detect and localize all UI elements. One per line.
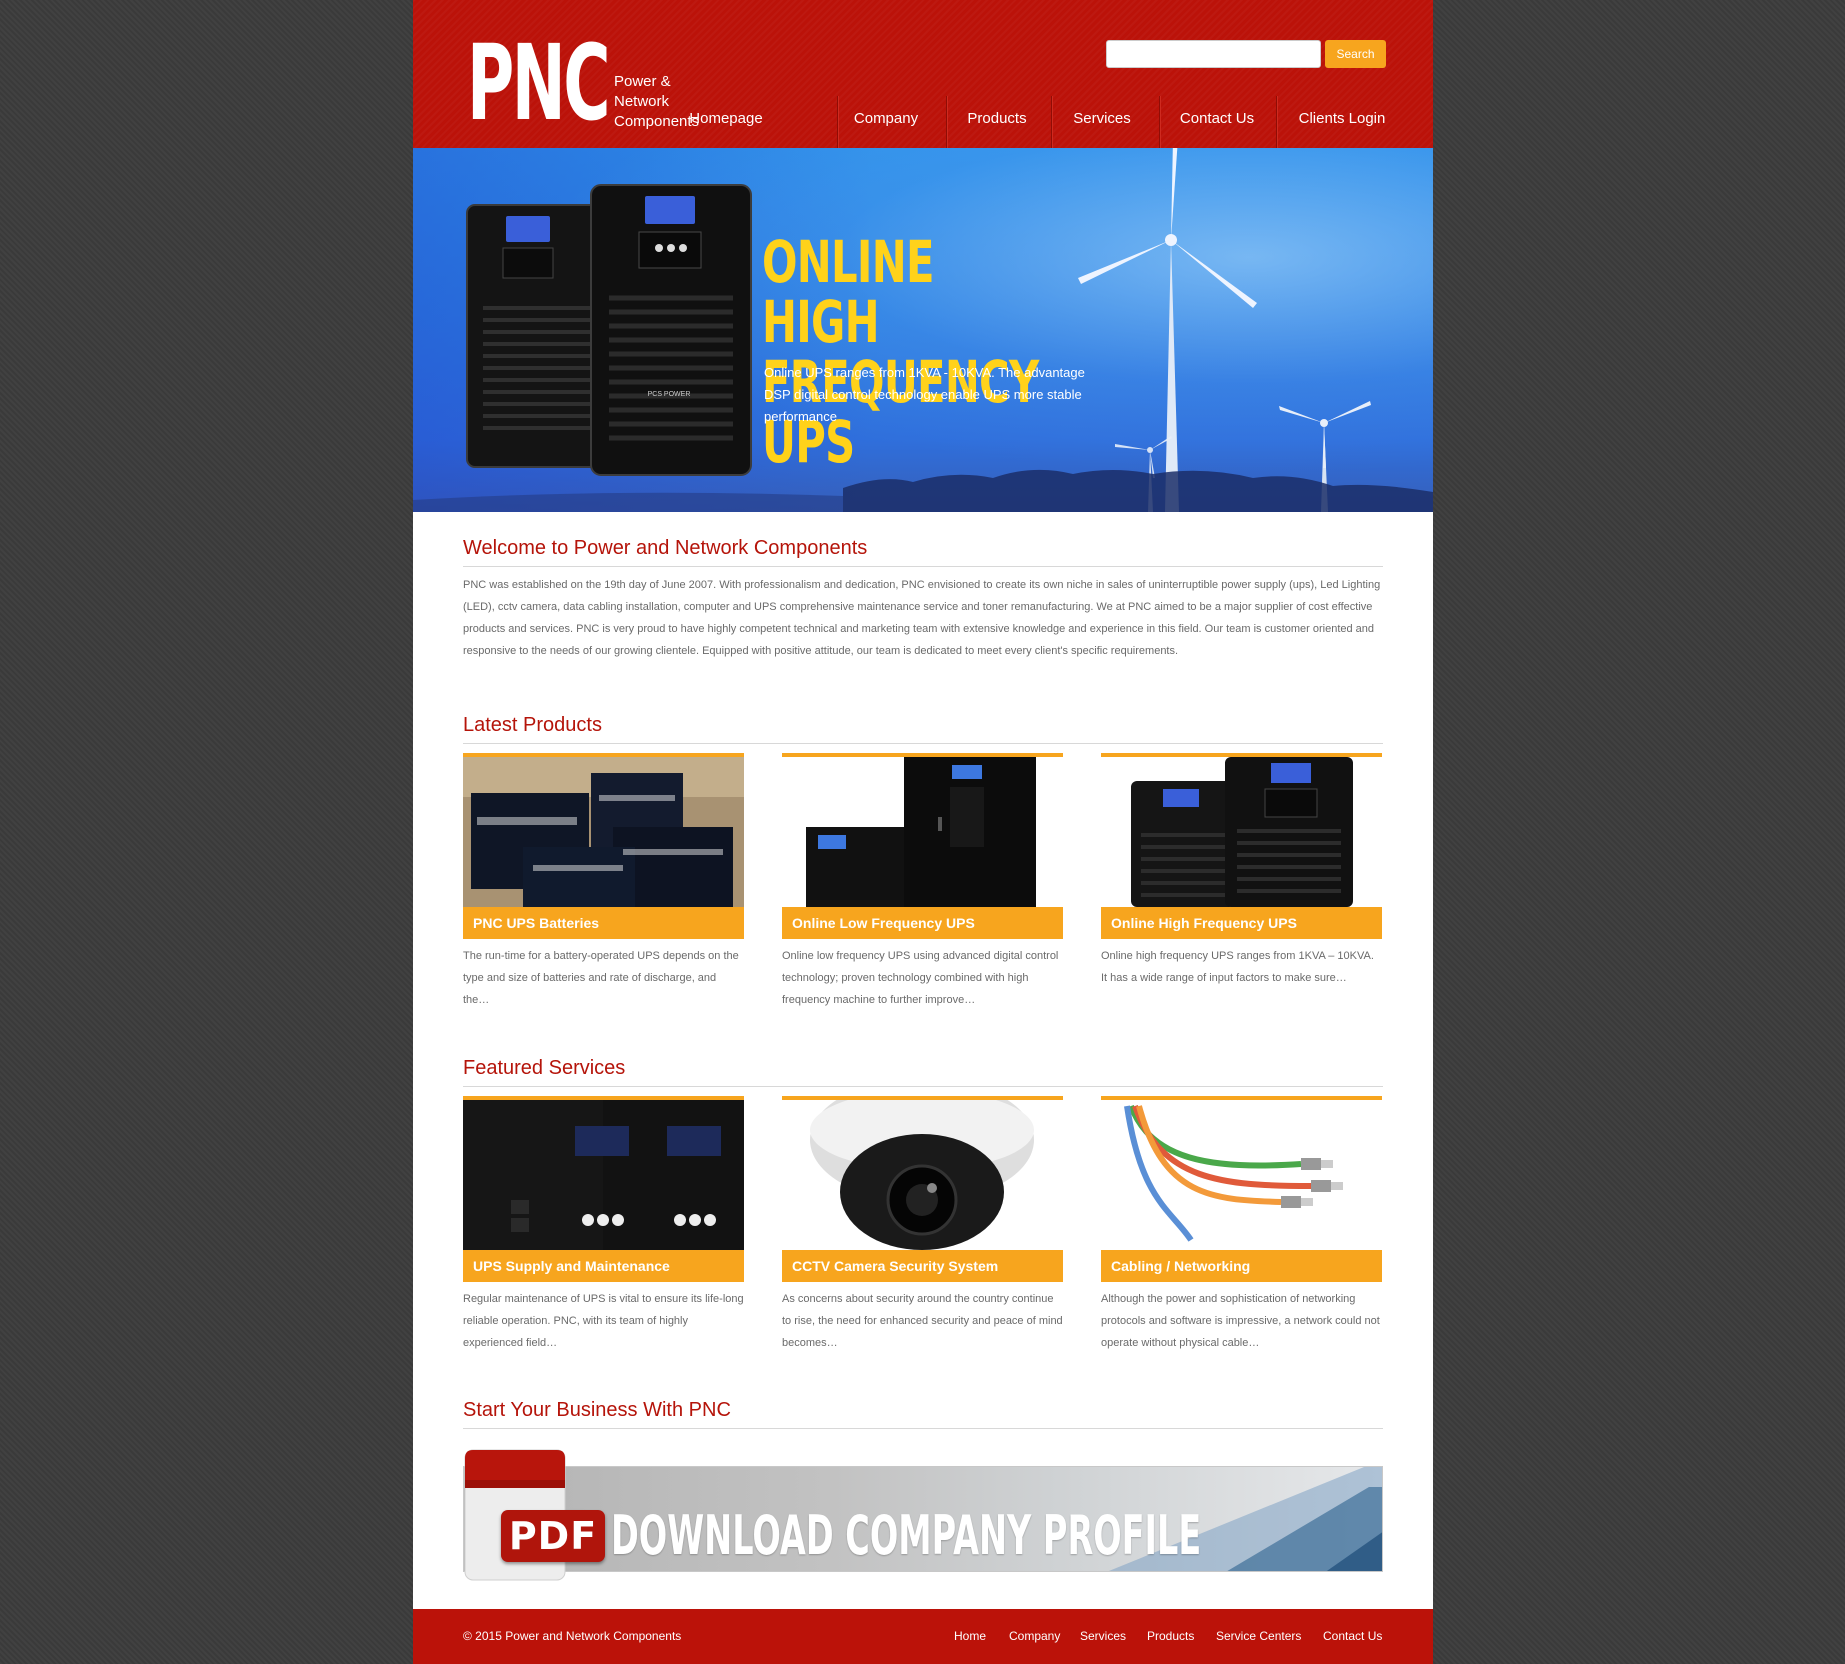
card-description: Although the power and sophistication of… — [1101, 1293, 1380, 1349]
download-cta-text: Download Company Profile — [611, 1504, 1202, 1567]
nav-homepage[interactable]: Homepage — [675, 96, 777, 148]
section-divider — [463, 743, 1383, 744]
products-title: Latest Products — [463, 714, 602, 736]
network-cables-image[interactable] — [1101, 1100, 1382, 1250]
card-caption[interactable]: CCTV Camera Security System — [782, 1250, 1063, 1282]
search-input[interactable] — [1106, 40, 1321, 68]
services-title: Featured Services — [463, 1057, 626, 1079]
section-divider — [463, 1086, 1383, 1087]
download-company-profile-banner[interactable]: PDF Download Company Profile — [463, 1444, 1383, 1584]
page: PNC Power & Network Components Search Ho… — [413, 0, 1433, 1664]
nav-products[interactable]: Products — [947, 96, 1047, 148]
card-caption[interactable]: UPS Supply and Maintenance — [463, 1250, 744, 1282]
card-caption[interactable]: Cabling / Networking — [1101, 1250, 1382, 1282]
card-caption[interactable]: PNC UPS Batteries — [463, 907, 744, 939]
nav-services[interactable]: Services — [1052, 96, 1152, 148]
site-footer: © 2015 Power and Network Components Home… — [413, 1609, 1433, 1664]
card-caption[interactable]: Online Low Frequency UPS — [782, 907, 1063, 939]
nav-contact-us[interactable]: Contact Us — [1160, 96, 1274, 148]
nav-company[interactable]: Company — [838, 96, 934, 148]
section-divider — [463, 566, 1383, 567]
copyright: © 2015 Power and Network Components — [463, 1629, 682, 1643]
site-header: PNC Power & Network Components Search Ho… — [413, 0, 1433, 148]
high-frequency-ups-image[interactable] — [1101, 757, 1382, 907]
section-divider — [463, 1428, 1383, 1429]
wind-turbine-icon — [1078, 148, 1257, 512]
main-nav: Homepage Company Products Services Conta… — [413, 96, 1433, 148]
nav-clients-login[interactable]: Clients Login — [1277, 96, 1407, 148]
footer-link-service-centers[interactable]: Service Centers — [1216, 1609, 1301, 1664]
search-button[interactable]: Search — [1325, 40, 1386, 68]
banner-text: Online UPS ranges from 1KVA - 10KVA. The… — [764, 365, 1085, 424]
dome-camera-image[interactable] — [782, 1100, 1063, 1250]
card-description: Online high frequency UPS ranges from 1K… — [1101, 950, 1374, 984]
card-description: Regular maintenance of UPS is vital to e… — [463, 1293, 744, 1349]
ups-batteries-image[interactable] — [463, 757, 744, 907]
hero-banner[interactable]: PCS POWER Online High Frequency UPS Onli… — [413, 148, 1433, 512]
ups-panel-image[interactable] — [463, 1100, 744, 1250]
ups-brand-label: PCS POWER — [648, 391, 691, 398]
ups-unit-icon — [466, 204, 608, 468]
card-description: Online low frequency UPS using advanced … — [782, 950, 1059, 1006]
welcome-title: Welcome to Power and Network Components — [463, 537, 868, 559]
low-frequency-ups-image[interactable] — [782, 757, 1063, 907]
footer-link-products[interactable]: Products — [1147, 1609, 1194, 1664]
footer-link-company[interactable]: Company — [1009, 1609, 1060, 1664]
business-title: Start Your Business With PNC — [463, 1399, 731, 1421]
card-caption[interactable]: Online High Frequency UPS — [1101, 907, 1382, 939]
footer-link-services[interactable]: Services — [1080, 1609, 1126, 1664]
pdf-label: PDF — [501, 1510, 605, 1562]
ups-unit-icon — [590, 184, 752, 476]
card-description: As concerns about security around the co… — [782, 1293, 1063, 1349]
banner-title: Online High Frequency UPS — [762, 228, 1039, 476]
welcome-text: PNC was established on the 19th day of J… — [463, 579, 1381, 657]
card-description: The run-time for a battery-operated UPS … — [463, 950, 739, 1006]
footer-link-contact-us[interactable]: Contact Us — [1323, 1609, 1382, 1664]
footer-link-home[interactable]: Home — [954, 1609, 986, 1664]
